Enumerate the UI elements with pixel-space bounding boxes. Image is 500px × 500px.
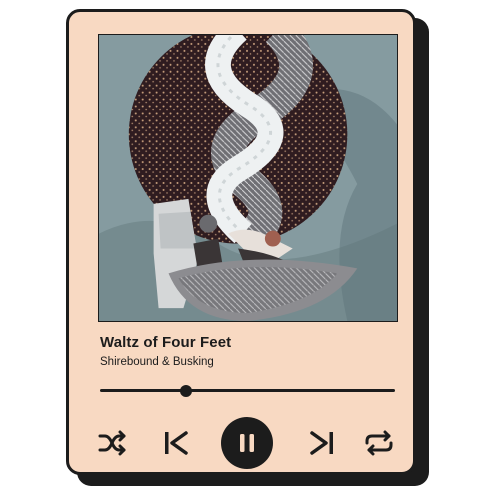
progress-track: [100, 389, 395, 392]
play-pause-button[interactable]: [221, 417, 273, 469]
next-button[interactable]: [307, 429, 337, 457]
progress-slider[interactable]: [100, 383, 395, 399]
track-title: Waltz of Four Feet: [100, 334, 232, 351]
repeat-icon: [365, 430, 393, 456]
pause-icon: [240, 434, 254, 452]
skip-next-icon: [310, 431, 333, 455]
music-player-card: Waltz of Four Feet Shirebound & Busking: [66, 9, 416, 475]
shuffle-icon: [98, 430, 126, 456]
artist-name: Shirebound & Busking: [100, 356, 214, 368]
previous-button[interactable]: [161, 429, 191, 457]
skip-previous-icon: [165, 431, 188, 455]
shuffle-button[interactable]: [97, 429, 129, 457]
repeat-button[interactable]: [362, 429, 396, 457]
collage-album-art-icon: [99, 35, 397, 321]
album-artwork: [98, 34, 398, 322]
progress-thumb[interactable]: [179, 385, 192, 397]
